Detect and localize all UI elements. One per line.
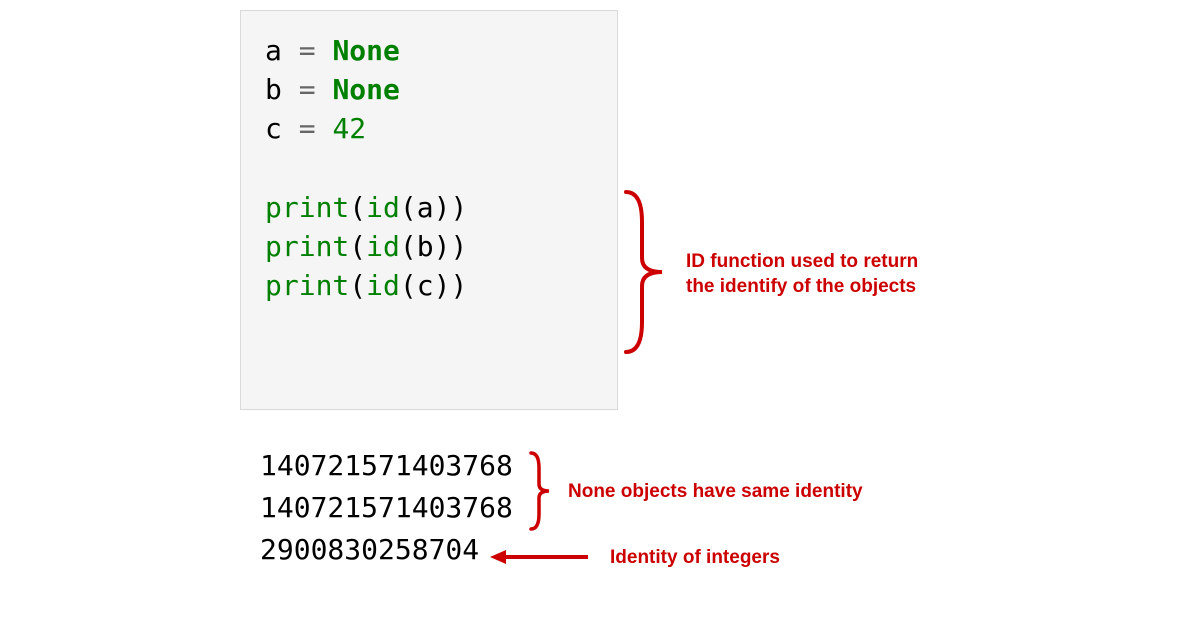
code-value: None bbox=[332, 34, 399, 67]
code-line-7: print(id(c)) bbox=[265, 266, 593, 305]
annotation-id-function: ID function used to return the identify … bbox=[686, 250, 918, 299]
code-var: a bbox=[265, 34, 282, 67]
code-func: id bbox=[366, 269, 400, 302]
curly-brace-icon bbox=[622, 188, 666, 356]
code-func: print bbox=[265, 230, 349, 263]
code-value: 42 bbox=[332, 112, 366, 145]
code-var: c bbox=[265, 112, 282, 145]
output-block: 140721571403768 140721571403768 29008302… bbox=[260, 445, 513, 571]
code-arg: c bbox=[417, 269, 434, 302]
code-line-5: print(id(a)) bbox=[265, 188, 593, 227]
code-op: = bbox=[282, 34, 333, 67]
annotation-text: ID function used to return bbox=[686, 250, 918, 275]
code-var: b bbox=[265, 73, 282, 106]
code-paren: ( bbox=[349, 269, 366, 302]
annotation-text: the identify of the objects bbox=[686, 275, 918, 300]
code-line-3: c = 42 bbox=[265, 109, 593, 148]
output-line-3: 2900830258704 bbox=[260, 529, 513, 571]
annotation-integer-identity: Identity of integers bbox=[610, 547, 780, 569]
code-paren: )) bbox=[434, 191, 468, 224]
code-line-6: print(id(b)) bbox=[265, 227, 593, 266]
curly-brace-icon bbox=[528, 450, 552, 532]
code-line-1: a = None bbox=[265, 31, 593, 70]
code-arg: a bbox=[417, 191, 434, 224]
code-arg: b bbox=[417, 230, 434, 263]
code-value: None bbox=[332, 73, 399, 106]
arrow-left-icon bbox=[490, 547, 590, 567]
code-block: a = None b = None c = 42 print(id(a)) pr… bbox=[240, 10, 618, 410]
code-func: id bbox=[366, 230, 400, 263]
code-op: = bbox=[282, 73, 333, 106]
code-paren: ( bbox=[400, 191, 417, 224]
code-paren: )) bbox=[434, 269, 468, 302]
code-op: = bbox=[282, 112, 333, 145]
code-func: print bbox=[265, 269, 349, 302]
output-line-1: 140721571403768 bbox=[260, 445, 513, 487]
code-paren: ( bbox=[400, 269, 417, 302]
code-blank bbox=[265, 149, 593, 188]
annotation-none-identity: None objects have same identity bbox=[568, 481, 863, 503]
code-func: id bbox=[366, 191, 400, 224]
code-line-2: b = None bbox=[265, 70, 593, 109]
code-paren: )) bbox=[434, 230, 468, 263]
code-paren: ( bbox=[349, 191, 366, 224]
output-line-2: 140721571403768 bbox=[260, 487, 513, 529]
code-func: print bbox=[265, 191, 349, 224]
code-paren: ( bbox=[349, 230, 366, 263]
code-paren: ( bbox=[400, 230, 417, 263]
